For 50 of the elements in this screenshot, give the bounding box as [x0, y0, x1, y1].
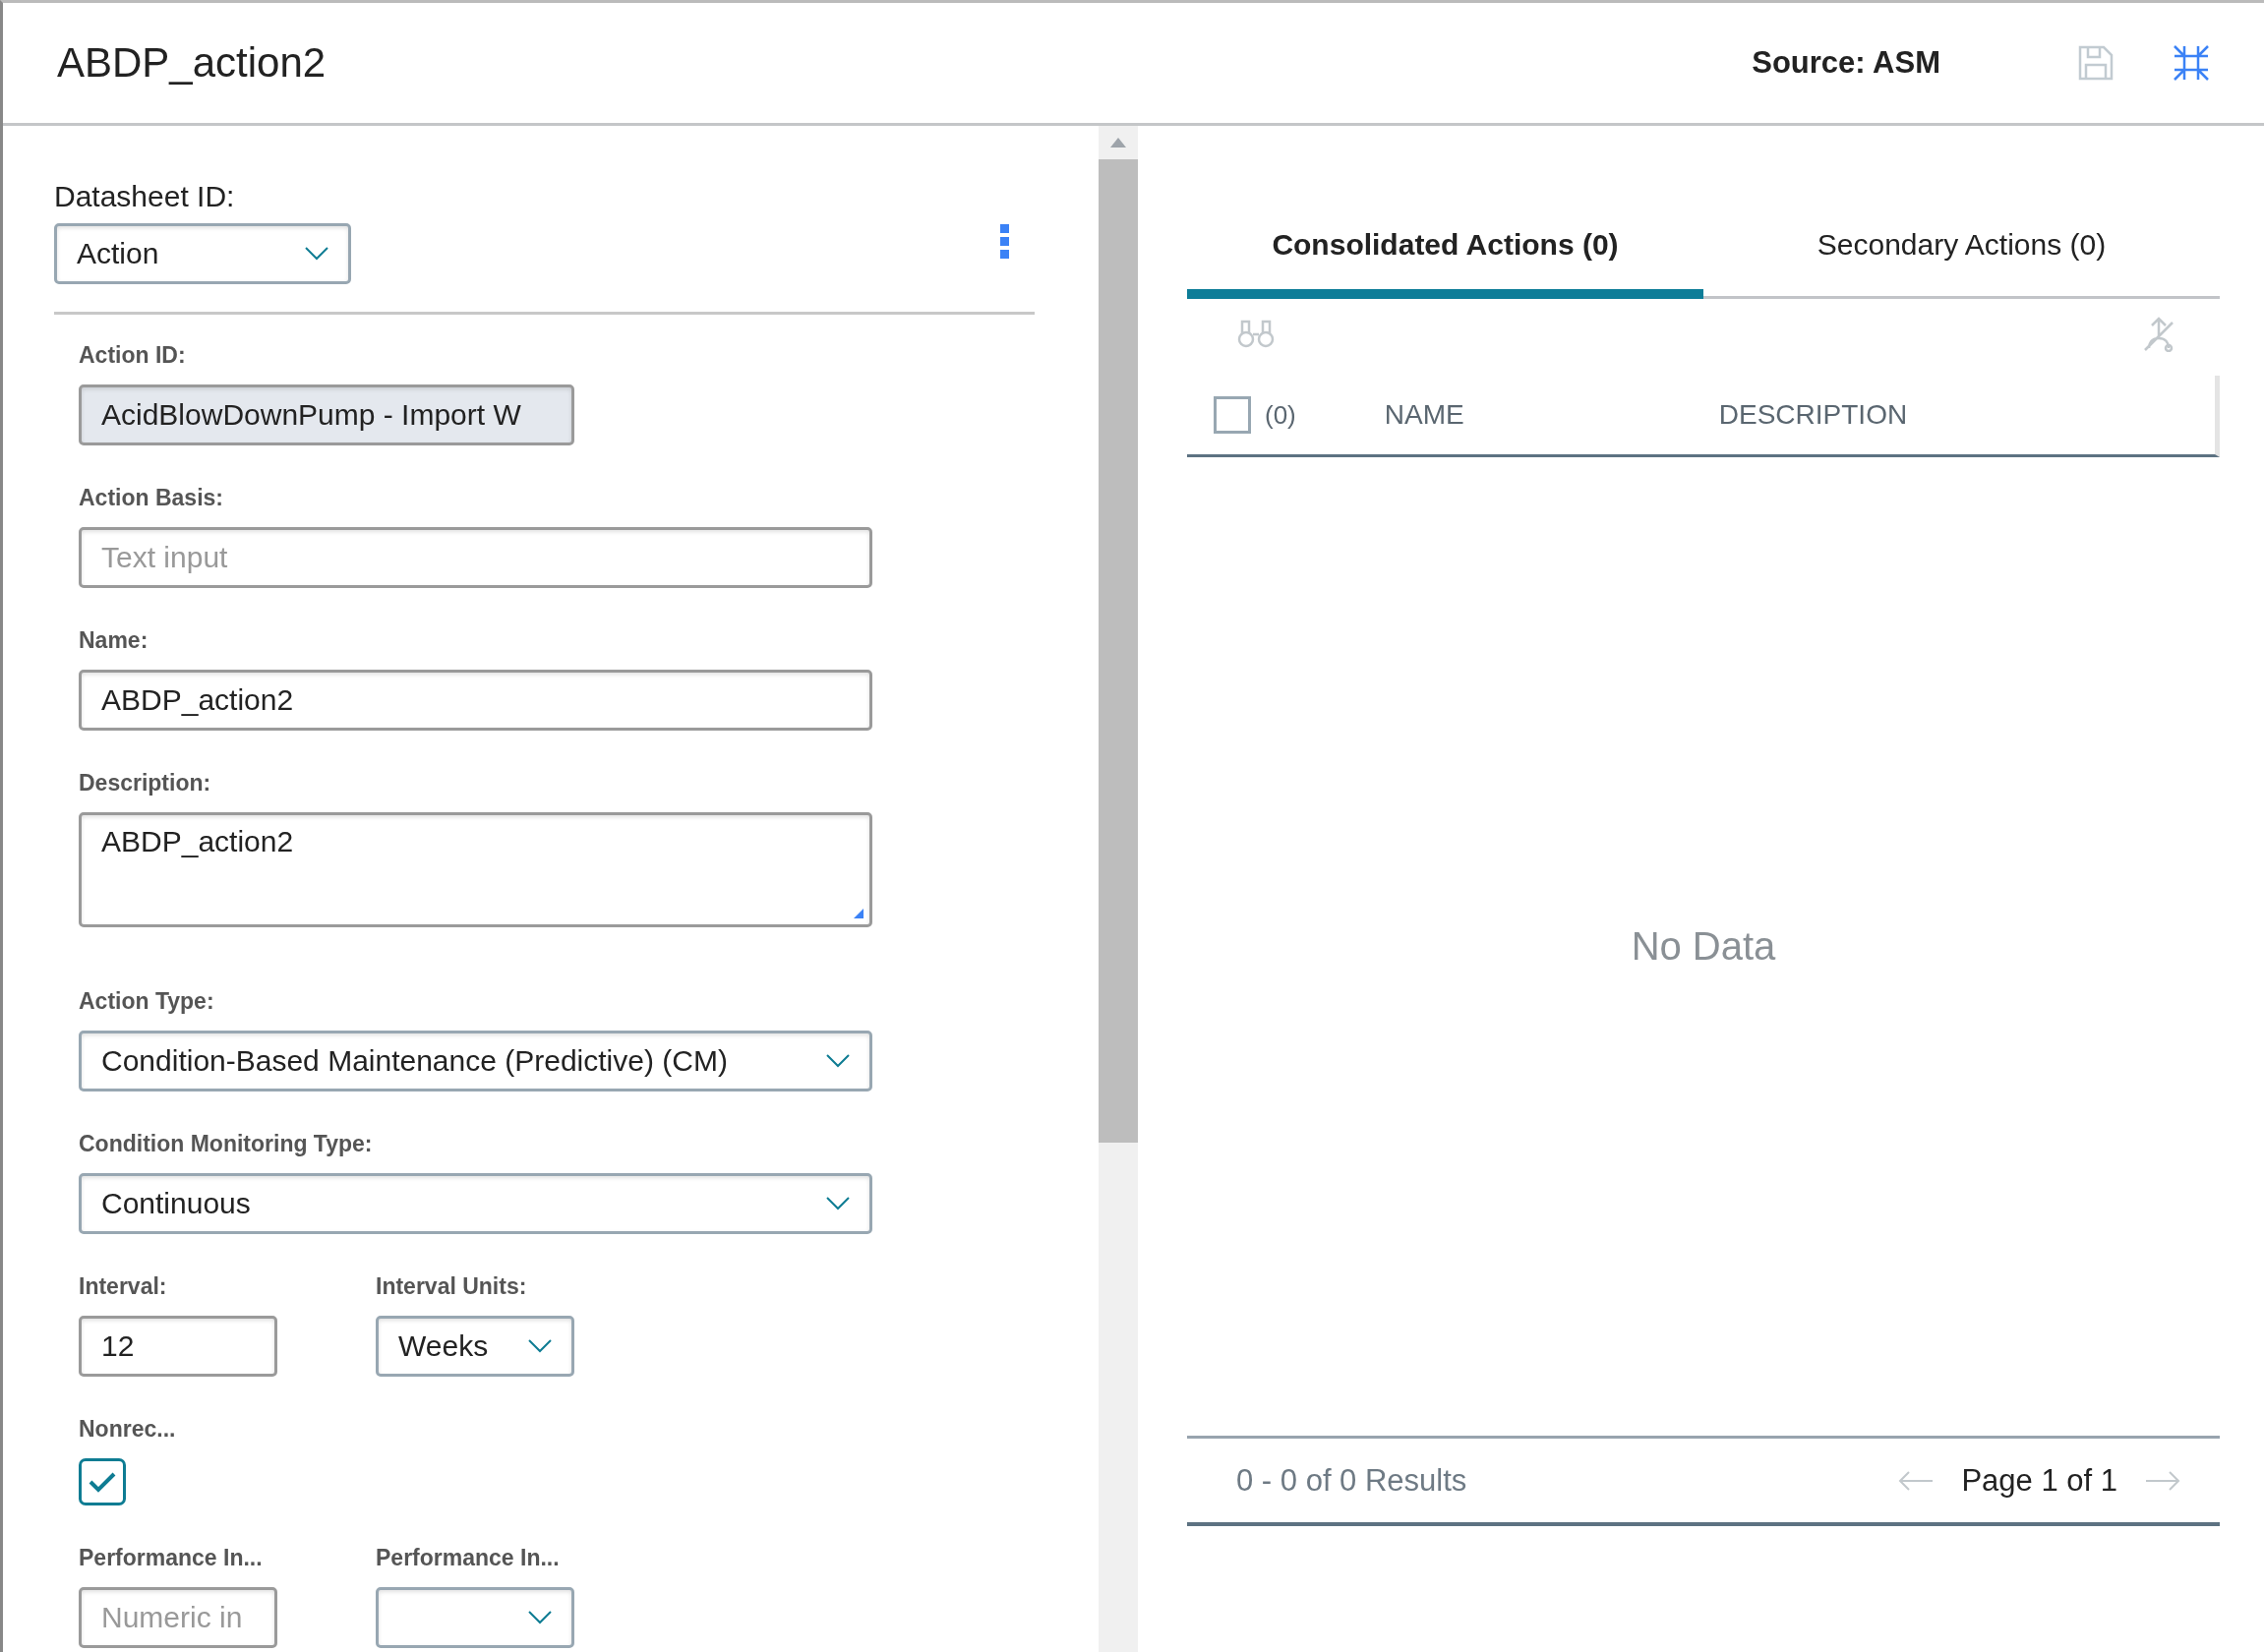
- field-label: Action Type:: [79, 988, 215, 1015]
- field-label: Performance In...: [376, 1545, 561, 1571]
- field-label: Name:: [79, 627, 149, 654]
- column-header[interactable]: NAME: [1384, 399, 1719, 431]
- field-label: Interval:: [79, 1273, 168, 1300]
- checkmark-icon: [88, 1470, 117, 1494]
- field-label: Description:: [79, 770, 212, 796]
- datasheet-dropdown[interactable]: Action: [54, 223, 351, 284]
- scrollbar[interactable]: [1099, 126, 1138, 1652]
- more-menu-icon[interactable]: [1000, 224, 1010, 260]
- page-indicator: Page 1 of 1: [1961, 1462, 2117, 1499]
- chevron-icon: [528, 1611, 552, 1624]
- previous-page-icon[interactable]: [1898, 1470, 1935, 1491]
- text-area[interactable]: ABDP_action2: [79, 812, 872, 927]
- input-field[interactable]: 12: [79, 1316, 277, 1377]
- scroll-up-icon[interactable]: [1110, 138, 1126, 148]
- input-field[interactable]: Text input: [79, 527, 872, 588]
- branch-off-icon[interactable]: [2142, 317, 2175, 352]
- dropdown-field[interactable]: Weeks: [376, 1316, 574, 1377]
- field-label: Datasheet ID:: [54, 180, 236, 213]
- field-label: Interval Units:: [376, 1273, 528, 1300]
- field-label: Performance In...: [79, 1545, 264, 1571]
- results-count: 0 - 0 of 0 Results: [1236, 1462, 1468, 1499]
- field-label: Nonrec...: [79, 1416, 176, 1443]
- select-all-checkbox[interactable]: [1214, 396, 1251, 434]
- field-label: Action Basis:: [79, 485, 224, 511]
- chevron-icon: [528, 1339, 552, 1353]
- source-label: Source: ASM: [1752, 45, 1940, 81]
- chevron-icon: [305, 247, 328, 261]
- empty-message: No Data: [1631, 924, 1776, 969]
- checkbox[interactable]: [79, 1458, 126, 1505]
- tab[interactable]: Secondary Actions (0): [1703, 206, 2220, 299]
- next-page-icon[interactable]: [2145, 1470, 2180, 1491]
- save-icon[interactable]: [2078, 45, 2114, 81]
- resize-handle-icon[interactable]: [854, 909, 864, 918]
- input-field[interactable]: ABDP_action2: [79, 670, 872, 731]
- selection-count: (0): [1265, 399, 1296, 431]
- record-title: ABDP_action2: [57, 39, 328, 87]
- dropdown-field[interactable]: Condition-Based Maintenance (Predictive) (CM): [79, 1031, 872, 1092]
- field-label: Condition Monitoring Type:: [79, 1131, 374, 1157]
- tab[interactable]: Consolidated Actions (0): [1187, 206, 1703, 299]
- dropdown-field[interactable]: Continuous: [79, 1173, 872, 1234]
- collapse-icon[interactable]: [2173, 44, 2210, 82]
- chevron-icon: [826, 1197, 850, 1210]
- chevron-icon: [826, 1054, 850, 1068]
- scrollbar-thumb[interactable]: [1099, 159, 1138, 1143]
- column-header[interactable]: DESCRIPTION: [1718, 399, 1908, 431]
- dropdown-field[interactable]: [376, 1587, 574, 1648]
- input-field[interactable]: Numeric in: [79, 1587, 277, 1648]
- field-label: Action ID:: [79, 342, 187, 369]
